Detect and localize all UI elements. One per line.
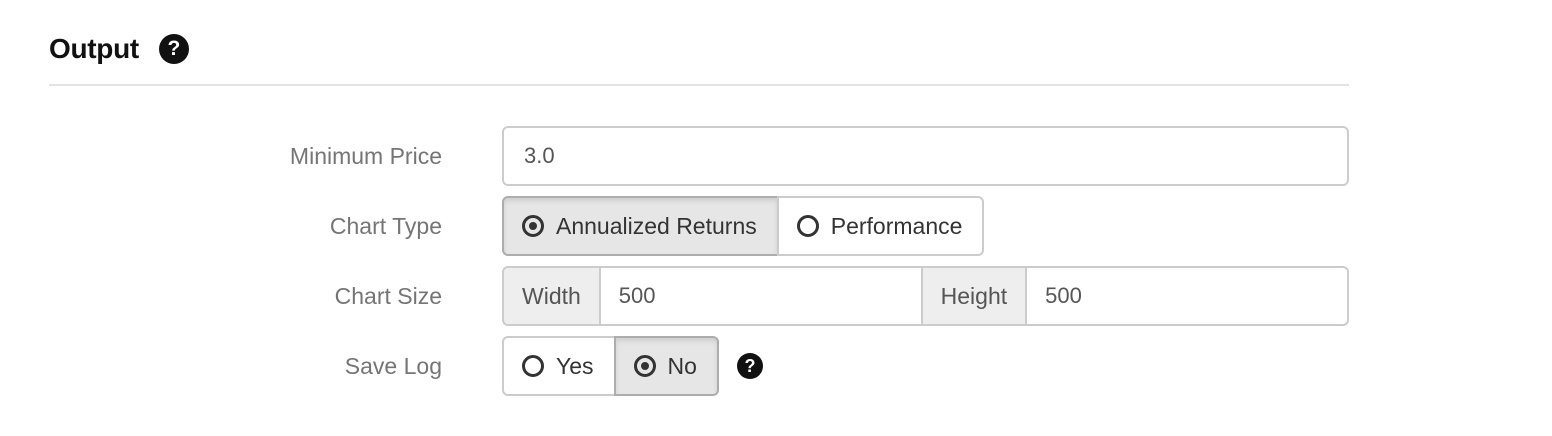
save-log-help-wrap: ? xyxy=(736,336,763,396)
minimum-price-row: Minimum Price xyxy=(0,126,1552,186)
chart-type-label: Chart Type xyxy=(329,212,442,239)
chart-width-input[interactable] xyxy=(598,266,923,326)
question-circle-icon[interactable]: ? xyxy=(158,34,189,64)
section-title: Output xyxy=(49,33,139,64)
chart-size-label: Chart Size xyxy=(334,282,442,309)
save-log-control: Yes No ? xyxy=(502,336,763,396)
save-log-radio-group: Yes No xyxy=(502,336,719,396)
radio-checked-icon xyxy=(522,215,544,237)
save-log-yes-button[interactable]: Yes xyxy=(502,336,616,396)
chart-type-row: Chart Type Annualized Returns Performanc… xyxy=(0,196,1552,256)
width-addon: Width xyxy=(502,266,601,326)
minimum-price-label: Minimum Price xyxy=(289,142,442,169)
height-addon: Height xyxy=(920,266,1028,326)
minimum-price-input[interactable] xyxy=(502,126,1349,186)
chart-type-performance-button[interactable]: Performance xyxy=(776,196,985,256)
chart-size-control: Width Height xyxy=(502,266,1349,326)
save-log-option-label: Yes xyxy=(556,352,594,379)
radio-unchecked-icon xyxy=(796,215,819,237)
chart-type-annualized-returns-button[interactable]: Annualized Returns xyxy=(502,196,779,256)
save-log-option-label: No xyxy=(667,352,697,379)
chart-size-input-group: Width Height xyxy=(502,266,1349,326)
radio-checked-icon xyxy=(633,355,656,377)
chart-height-input[interactable] xyxy=(1025,266,1349,326)
chart-type-option-label: Annualized Returns xyxy=(556,212,757,239)
save-log-label: Save Log xyxy=(344,352,442,379)
save-log-row: Save Log Yes No ? xyxy=(0,336,1552,396)
section-header: Output ? xyxy=(49,33,189,65)
output-panel: Output ? Minimum Price Chart Type Annual… xyxy=(0,0,1552,436)
section-divider xyxy=(49,84,1349,86)
radio-unchecked-icon xyxy=(522,355,544,377)
save-log-no-button[interactable]: No xyxy=(613,336,719,396)
chart-type-option-label: Performance xyxy=(830,212,963,239)
question-circle-icon[interactable]: ? xyxy=(736,353,763,379)
chart-type-control: Annualized Returns Performance xyxy=(502,196,985,256)
chart-size-row: Chart Size Width Height xyxy=(0,266,1552,326)
minimum-price-control xyxy=(502,126,1349,186)
chart-type-radio-group: Annualized Returns Performance xyxy=(502,196,985,256)
